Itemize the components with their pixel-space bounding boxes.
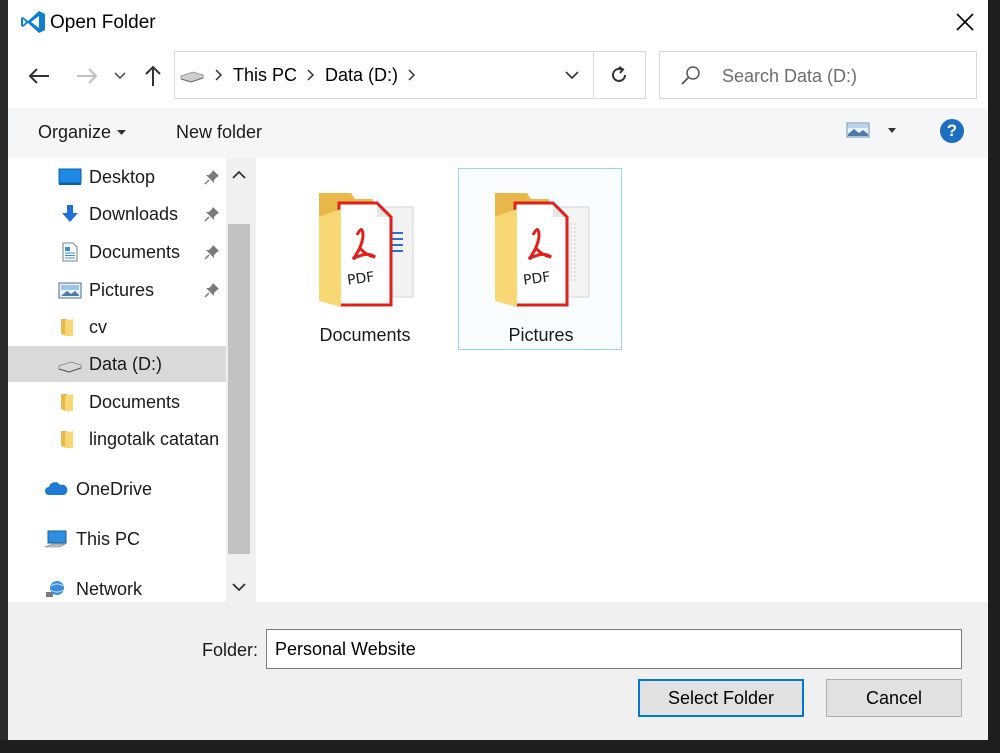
- open-folder-dialog: Open Folder This PC Data (D:) Search Dat…: [8, 0, 988, 740]
- arrow-right-icon: [77, 68, 98, 84]
- folder-name-input[interactable]: [266, 629, 962, 669]
- sidebar-item-label: cv: [89, 317, 107, 337]
- drive-icon: [180, 71, 204, 83]
- refresh-button[interactable]: [593, 52, 645, 98]
- desktop-icon: [58, 168, 82, 185]
- folder-field-label: Folder:: [202, 640, 259, 660]
- chevron-right-icon: [307, 69, 315, 81]
- network-icon: [46, 581, 65, 597]
- breadcrumb-separator[interactable]: [215, 69, 223, 81]
- drive-icon: [58, 361, 82, 373]
- breadcrumb-this-pc[interactable]: This PC: [233, 65, 297, 86]
- close-icon: [956, 13, 974, 31]
- sidebar-item-label: Data (D:): [89, 354, 163, 374]
- folder-icon: [61, 394, 73, 411]
- up-button[interactable]: [138, 60, 168, 92]
- sidebar-item-label: Documents: [89, 392, 181, 412]
- arrow-up-icon: [145, 65, 161, 86]
- scroll-thumb[interactable]: [228, 224, 250, 554]
- scroll-up-button[interactable]: [226, 160, 252, 190]
- sidebar-item-network[interactable]: Network: [8, 571, 226, 602]
- close-button[interactable]: [942, 0, 988, 44]
- search-input[interactable]: [720, 62, 964, 90]
- sidebar-item-data-d[interactable]: Data (D:): [8, 346, 226, 382]
- folder-name: Pictures: [508, 325, 574, 345]
- chevron-down-icon: [114, 72, 126, 80]
- window-title: Open Folder: [50, 12, 156, 33]
- sidebar-item-label: Pictures: [89, 280, 155, 300]
- navigation-pane: Desktop Downloads Documents Pictures cv …: [8, 158, 226, 602]
- sidebar-item-documents-folder[interactable]: Documents: [8, 384, 226, 420]
- pdf-folder-icon: PDF: [319, 193, 414, 307]
- folder-name: Documents: [319, 325, 411, 345]
- view-icon: [846, 122, 870, 138]
- select-folder-button[interactable]: Select Folder: [638, 679, 804, 717]
- forward-button[interactable]: [72, 60, 102, 92]
- help-button[interactable]: ?: [940, 119, 964, 143]
- search-box[interactable]: [659, 51, 977, 99]
- breadcrumb-separator[interactable]: [307, 69, 315, 81]
- scroll-down-button[interactable]: [226, 572, 252, 602]
- computer-icon: [44, 530, 67, 548]
- folder-icon: [61, 319, 73, 336]
- chevron-down-icon: [565, 71, 579, 79]
- breadcrumb-separator[interactable]: [408, 69, 416, 81]
- pin-icon[interactable]: [204, 169, 220, 185]
- sidebar-item-label: Documents: [89, 242, 181, 262]
- folder-item-pictures[interactable]: PDF Pictures: [458, 168, 622, 350]
- sidebar-item-label: Downloads: [89, 204, 179, 224]
- onedrive-icon: [45, 482, 68, 495]
- sidebar-item-label: This PC: [76, 529, 141, 549]
- command-bar: Organize New folder ?: [8, 108, 988, 158]
- folder-icon: [61, 431, 73, 448]
- chevron-right-icon: [408, 69, 416, 81]
- pin-icon[interactable]: [204, 206, 220, 222]
- sidebar-item-this-pc[interactable]: This PC: [8, 521, 226, 557]
- organize-label: Organize: [38, 122, 112, 142]
- vscode-icon: [21, 11, 45, 33]
- dialog-footer: Folder: Select Folder Cancel: [8, 602, 988, 740]
- sidebar-item-cv[interactable]: cv: [8, 309, 226, 345]
- sidebar-item-desktop[interactable]: Desktop: [8, 159, 226, 195]
- pin-icon[interactable]: [204, 244, 220, 260]
- sidebar-item-documents[interactable]: Documents: [8, 234, 226, 270]
- pin-icon[interactable]: [204, 282, 220, 298]
- help-icon: ?: [946, 121, 958, 140]
- cancel-button[interactable]: Cancel: [826, 679, 962, 717]
- content-pane: PDF Documents PDF Pictures: [256, 158, 988, 602]
- pictures-icon: [58, 282, 82, 299]
- back-button[interactable]: [24, 60, 54, 92]
- background-window-bottom: [0, 740, 1000, 753]
- navigation-scrollbar[interactable]: [226, 158, 252, 602]
- caret-down-icon: [117, 129, 127, 135]
- sidebar-item-label: OneDrive: [76, 479, 153, 499]
- address-history-button[interactable]: [551, 52, 594, 98]
- caret-down-icon: [888, 127, 896, 133]
- breadcrumb-data-d[interactable]: Data (D:): [325, 65, 398, 86]
- chevron-up-icon: [232, 171, 246, 179]
- documents-icon: [62, 242, 78, 262]
- organize-button[interactable]: Organize: [38, 122, 127, 143]
- refresh-icon: [612, 66, 626, 82]
- address-bar[interactable]: This PC Data (D:): [174, 51, 646, 99]
- sidebar-item-downloads[interactable]: Downloads: [8, 196, 226, 232]
- background-window-edge: [988, 0, 1000, 753]
- chevron-down-icon: [232, 583, 246, 591]
- sidebar-item-lingotalk-catatan[interactable]: lingotalk catatan: [8, 421, 226, 457]
- folder-item-documents[interactable]: PDF Documents: [282, 168, 446, 350]
- download-icon: [62, 205, 78, 222]
- sidebar-item-label: lingotalk catatan: [89, 429, 220, 449]
- pdf-folder-icon: PDF: [495, 193, 590, 307]
- search-icon: [681, 66, 700, 85]
- recent-locations-button[interactable]: [108, 60, 132, 92]
- new-folder-button[interactable]: New folder: [176, 122, 262, 143]
- sidebar-item-label: Network: [76, 579, 143, 599]
- arrow-left-icon: [28, 68, 49, 84]
- title-bar: Open Folder: [8, 0, 988, 44]
- sidebar-item-label: Desktop: [89, 167, 156, 187]
- view-options-button[interactable]: [846, 122, 896, 138]
- sidebar-item-onedrive[interactable]: OneDrive: [8, 471, 226, 507]
- sidebar-item-pictures[interactable]: Pictures: [8, 272, 226, 308]
- chevron-right-icon: [215, 69, 223, 81]
